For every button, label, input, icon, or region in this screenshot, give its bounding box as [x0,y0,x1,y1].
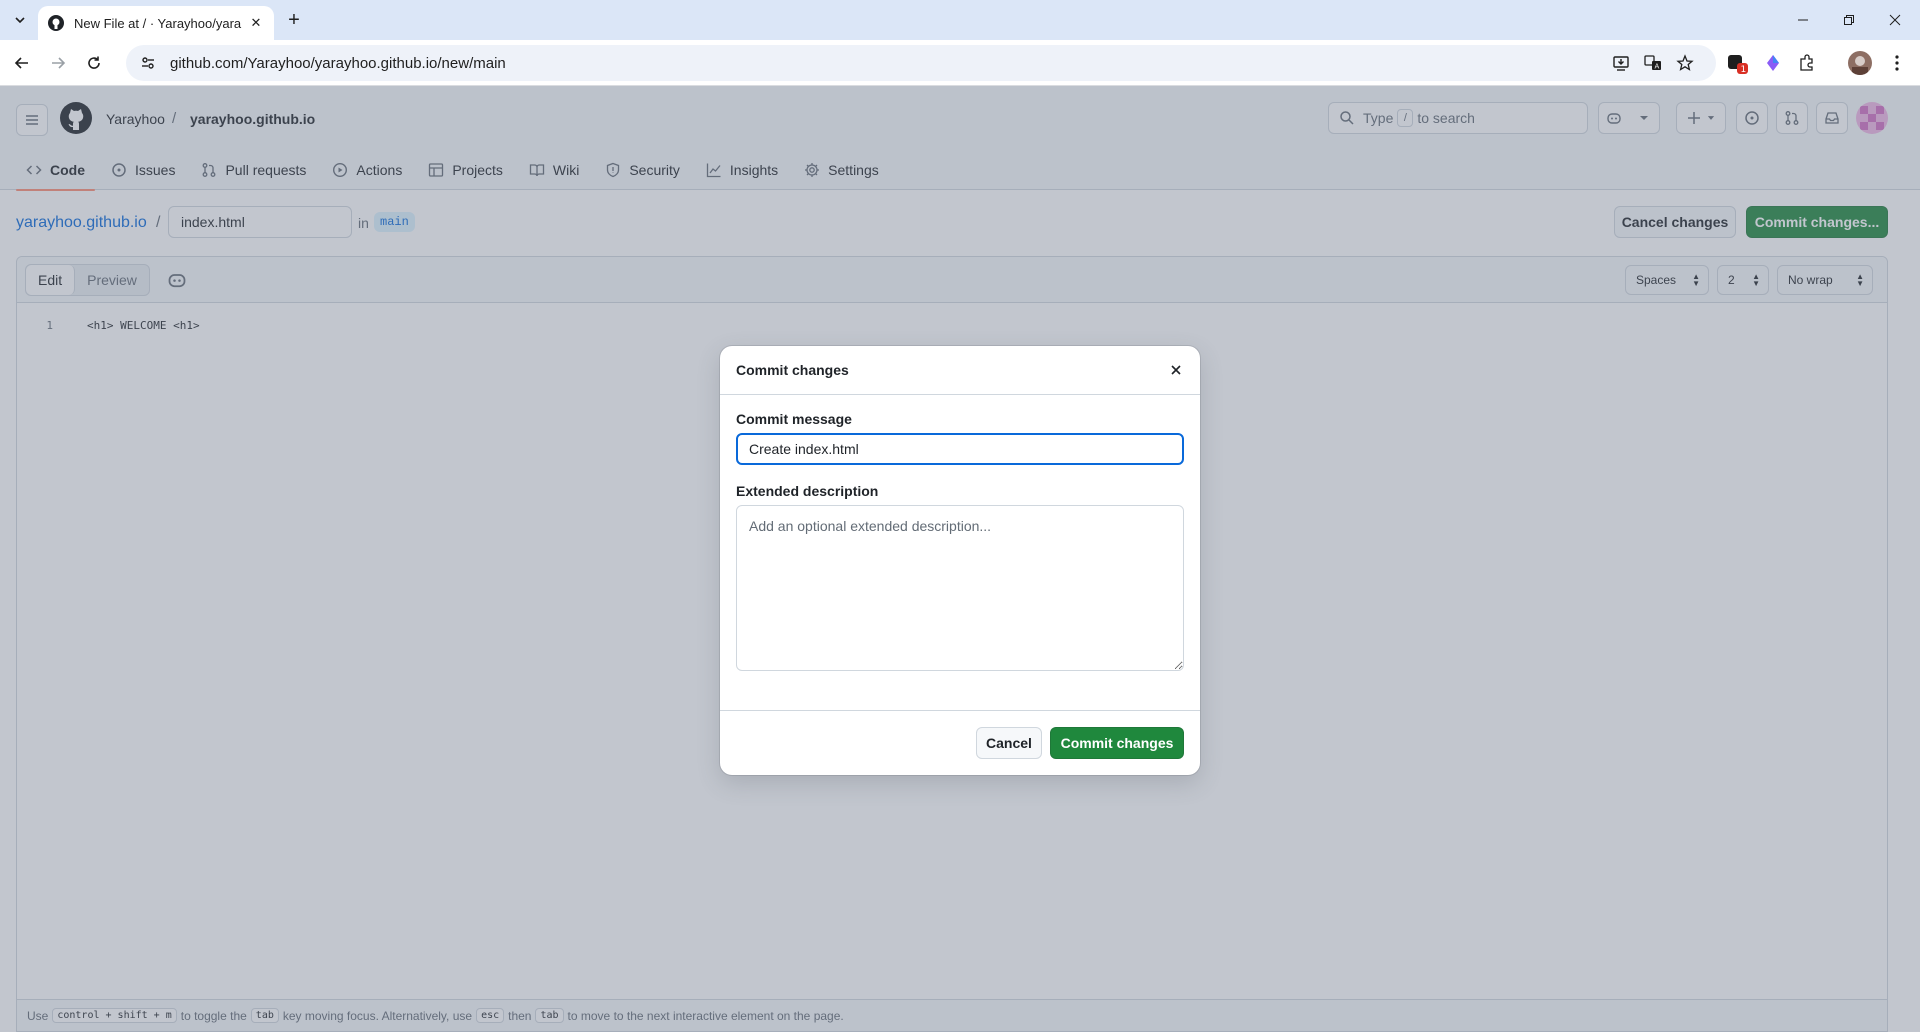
dialog-title: Commit changes [736,362,849,378]
dialog-cancel-button[interactable]: Cancel [976,727,1042,759]
close-icon [1171,365,1181,375]
chevron-down-icon [15,17,25,24]
restore-button[interactable] [1826,0,1872,40]
tab-search-button[interactable] [8,8,32,32]
github-favicon-icon [48,15,64,31]
back-button[interactable] [9,50,35,76]
commit-changes-dialog: Commit changes Commit message Extended d… [720,346,1200,775]
extended-description-label: Extended description [736,483,879,499]
reload-button[interactable] [81,50,107,76]
install-app-icon[interactable] [1610,52,1632,74]
arrow-right-icon [52,57,66,69]
extension-gem-icon[interactable] [1762,52,1784,74]
close-icon [1889,14,1901,26]
restore-icon [1844,15,1854,25]
extended-description-textarea[interactable] [736,505,1184,671]
browser-tab-active[interactable]: New File at / · Yarayhoo/yara ✕ [38,6,274,40]
minimize-icon [1798,19,1808,21]
dialog-footer: Cancel Commit changes [720,710,1200,775]
minimize-button[interactable] [1780,0,1826,40]
site-settings-icon[interactable] [140,55,156,71]
commit-message-input[interactable] [736,433,1184,465]
dialog-body: Commit message Extended description [720,395,1200,690]
bookmark-star-icon[interactable] [1674,52,1696,74]
tab-close-icon[interactable]: ✕ [248,15,264,31]
profile-avatar[interactable] [1848,51,1872,75]
svg-text:1: 1 [1741,65,1747,74]
arrow-left-icon [14,57,28,69]
tab-title: New File at / · Yarayhoo/yara [74,15,242,31]
dialog-header: Commit changes [720,346,1200,395]
forward-button[interactable] [45,50,71,76]
dialog-commit-button[interactable]: Commit changes [1050,727,1184,759]
translate-icon[interactable]: A [1642,52,1664,74]
browser-menu-icon[interactable] [1886,52,1908,74]
extensions-puzzle-icon[interactable] [1796,52,1818,74]
new-tab-button[interactable]: + [282,8,306,32]
browser-tabstrip: New File at / · Yarayhoo/yara ✕ + [0,0,1920,40]
dialog-close-button[interactable] [1164,358,1188,382]
reload-icon [88,56,100,69]
close-window-button[interactable] [1872,0,1918,40]
browser-toolbar: github.com/Yarayhoo/yarayhoo.github.io/n… [0,40,1920,86]
svg-text:A: A [1655,63,1660,71]
url-text: github.com/Yarayhoo/yarayhoo.github.io/n… [170,54,506,72]
commit-message-label: Commit message [736,411,852,427]
extension-badge-icon[interactable]: 1 [1726,52,1748,74]
address-bar[interactable]: github.com/Yarayhoo/yarayhoo.github.io/n… [126,45,1716,81]
